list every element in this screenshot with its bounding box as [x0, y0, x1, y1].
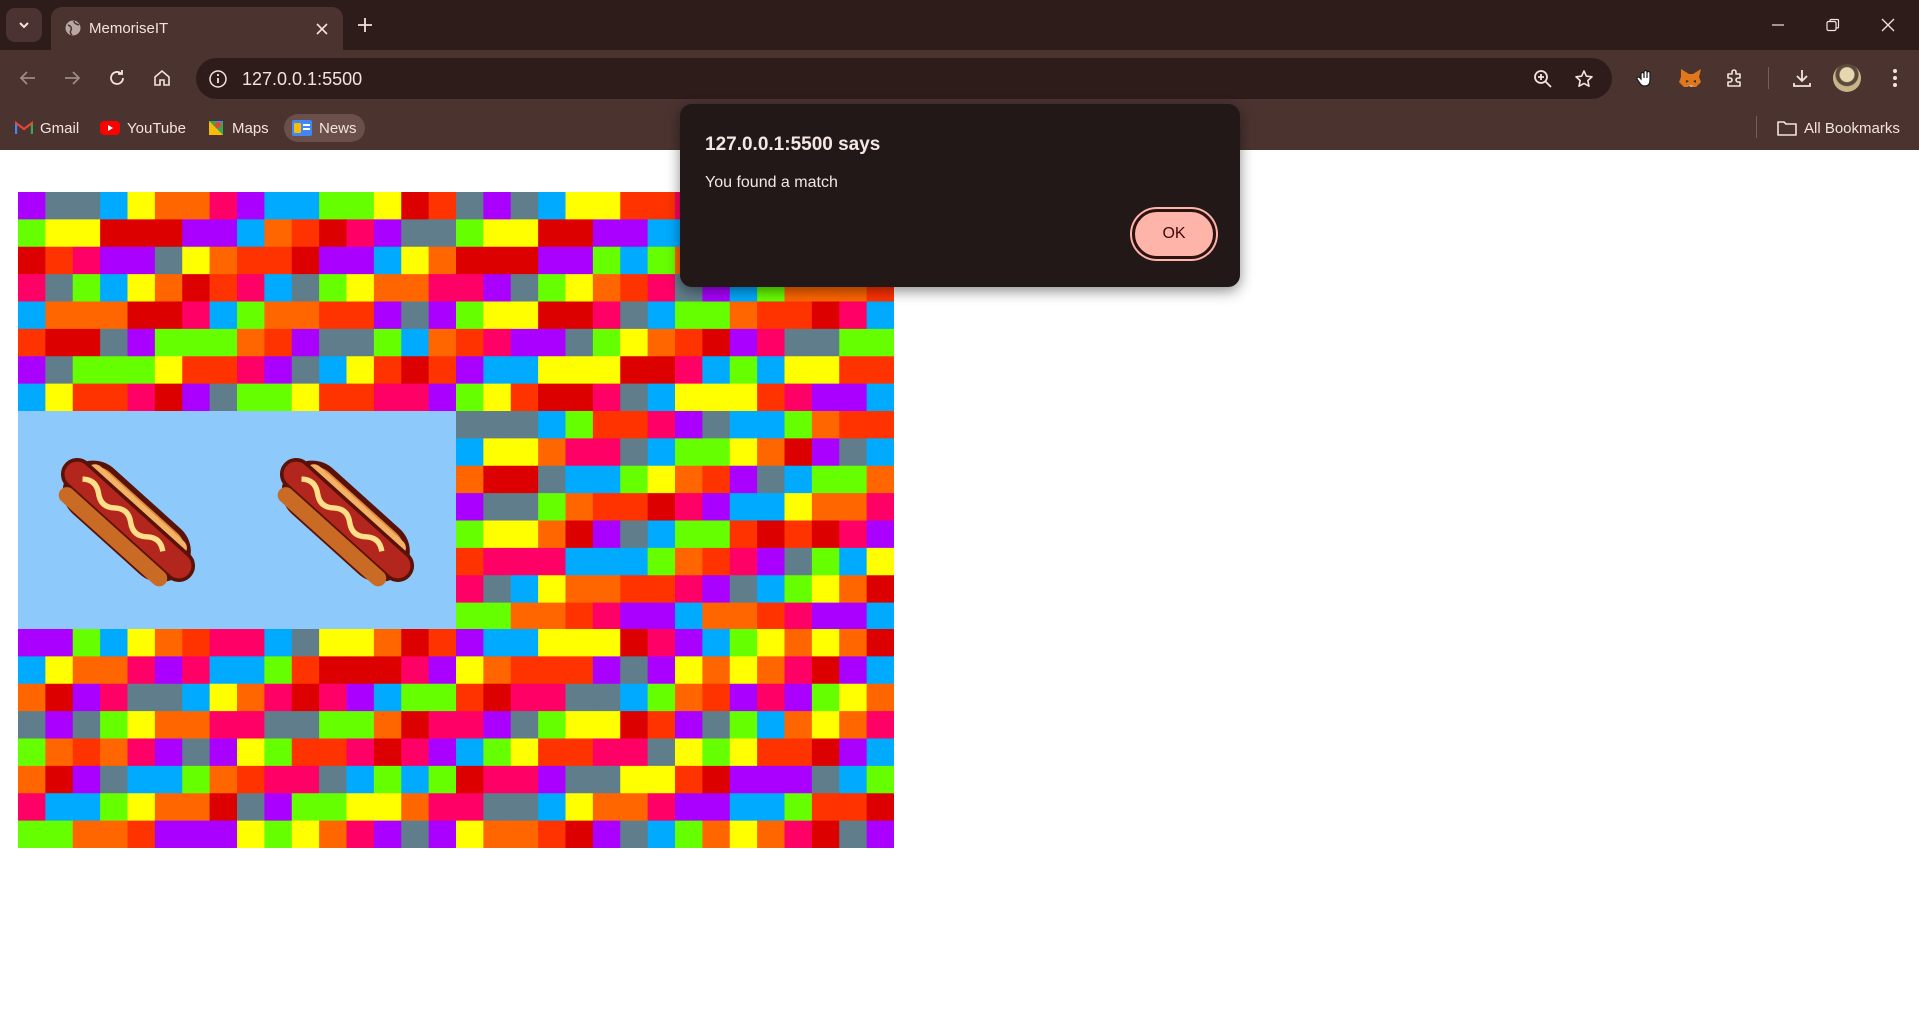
close-tab-icon[interactable] [310, 17, 334, 41]
new-tab-button[interactable] [353, 13, 377, 37]
rainbow-checker-pattern [675, 629, 894, 849]
card-back[interactable] [456, 192, 675, 411]
hotdog-icon [277, 458, 414, 587]
download-icon[interactable] [1786, 62, 1818, 94]
bookmark-maps[interactable]: Maps [199, 114, 277, 142]
card-face-up[interactable] [18, 410, 237, 630]
all-bookmarks-label: All Bookmarks [1804, 119, 1900, 137]
maps-icon [209, 121, 223, 135]
forward-button[interactable] [57, 63, 87, 93]
card-back[interactable] [18, 192, 237, 411]
rainbow-checker-pattern [237, 192, 456, 411]
bookmark-news[interactable]: News [284, 114, 365, 142]
rainbow-checker-pattern [18, 192, 237, 411]
extension-hand-icon[interactable] [1630, 62, 1662, 94]
card-back[interactable] [237, 629, 456, 849]
card-face-up[interactable] [237, 410, 456, 630]
all-bookmarks-button[interactable]: All Bookmarks [1769, 114, 1908, 142]
toolbar-separator [1768, 67, 1769, 89]
toolbar: 127.0.0.1:5500 [0, 50, 1919, 106]
dialog-title: 127.0.0.1:5500 says [705, 134, 881, 155]
metamask-fox-icon[interactable] [1675, 62, 1707, 94]
card-back[interactable] [675, 410, 894, 630]
memory-game-board [18, 192, 894, 849]
minimize-button[interactable] [1763, 10, 1793, 40]
address-bar[interactable]: 127.0.0.1:5500 [196, 58, 1612, 99]
bookmark-label: YouTube [127, 119, 186, 137]
news-icon [292, 120, 312, 136]
globe-icon [64, 19, 82, 37]
rainbow-checker-pattern [456, 192, 675, 411]
card-back[interactable] [237, 192, 456, 411]
reload-button[interactable] [102, 63, 132, 93]
rainbow-checker-pattern [237, 629, 456, 849]
bookmarks-separator [1756, 116, 1757, 138]
info-icon [209, 70, 227, 88]
forward-arrow-icon [65, 71, 81, 85]
site-info-button[interactable] [204, 65, 232, 93]
gmail-icon [15, 121, 33, 134]
ok-button[interactable]: OK [1132, 209, 1216, 259]
home-button[interactable] [147, 63, 177, 93]
minimize-icon [1772, 24, 1784, 26]
card-back[interactable] [456, 410, 675, 630]
bookmark-label: News [319, 119, 357, 137]
reload-icon [110, 70, 124, 85]
back-arrow-icon [19, 71, 35, 85]
rainbow-checker-pattern [456, 629, 675, 849]
bookmark-gmail[interactable]: Gmail [7, 114, 87, 142]
bookmark-youtube[interactable]: YouTube [92, 114, 194, 142]
youtube-icon [100, 121, 120, 135]
menu-kebab-icon[interactable] [1879, 62, 1911, 94]
extensions-puzzle-icon[interactable] [1719, 62, 1751, 94]
close-window-button[interactable] [1873, 10, 1903, 40]
card-back[interactable] [675, 629, 894, 849]
restore-icon [1826, 18, 1840, 32]
card-back[interactable] [18, 629, 237, 849]
tab-strip: MemoriseIT [0, 0, 1919, 50]
folder-icon [1777, 121, 1797, 136]
active-tab[interactable]: MemoriseIT [51, 7, 343, 50]
rainbow-checker-pattern [675, 410, 894, 630]
url-text[interactable]: 127.0.0.1:5500 [242, 69, 362, 90]
bookmark-label: Gmail [40, 119, 80, 137]
bookmark-label: Maps [232, 119, 269, 137]
home-icon [154, 69, 170, 86]
tab-title: MemoriseIT [89, 20, 169, 37]
alert-dialog: 127.0.0.1:5500 says You found a match OK [680, 104, 1240, 287]
hotdog-icon [58, 458, 195, 587]
card-back[interactable] [456, 629, 675, 849]
chevron-down-icon [19, 22, 29, 29]
close-icon [1881, 18, 1895, 32]
dialog-message: You found a match [705, 174, 838, 191]
bookmark-star-icon[interactable] [1570, 65, 1598, 93]
back-button[interactable] [13, 63, 43, 93]
tab-search-button[interactable] [6, 8, 42, 42]
restore-button[interactable] [1818, 10, 1848, 40]
plus-icon [358, 18, 372, 32]
profile-avatar[interactable] [1833, 64, 1861, 92]
zoom-icon[interactable] [1529, 65, 1557, 93]
rainbow-checker-pattern [18, 629, 237, 849]
rainbow-checker-pattern [456, 410, 675, 630]
